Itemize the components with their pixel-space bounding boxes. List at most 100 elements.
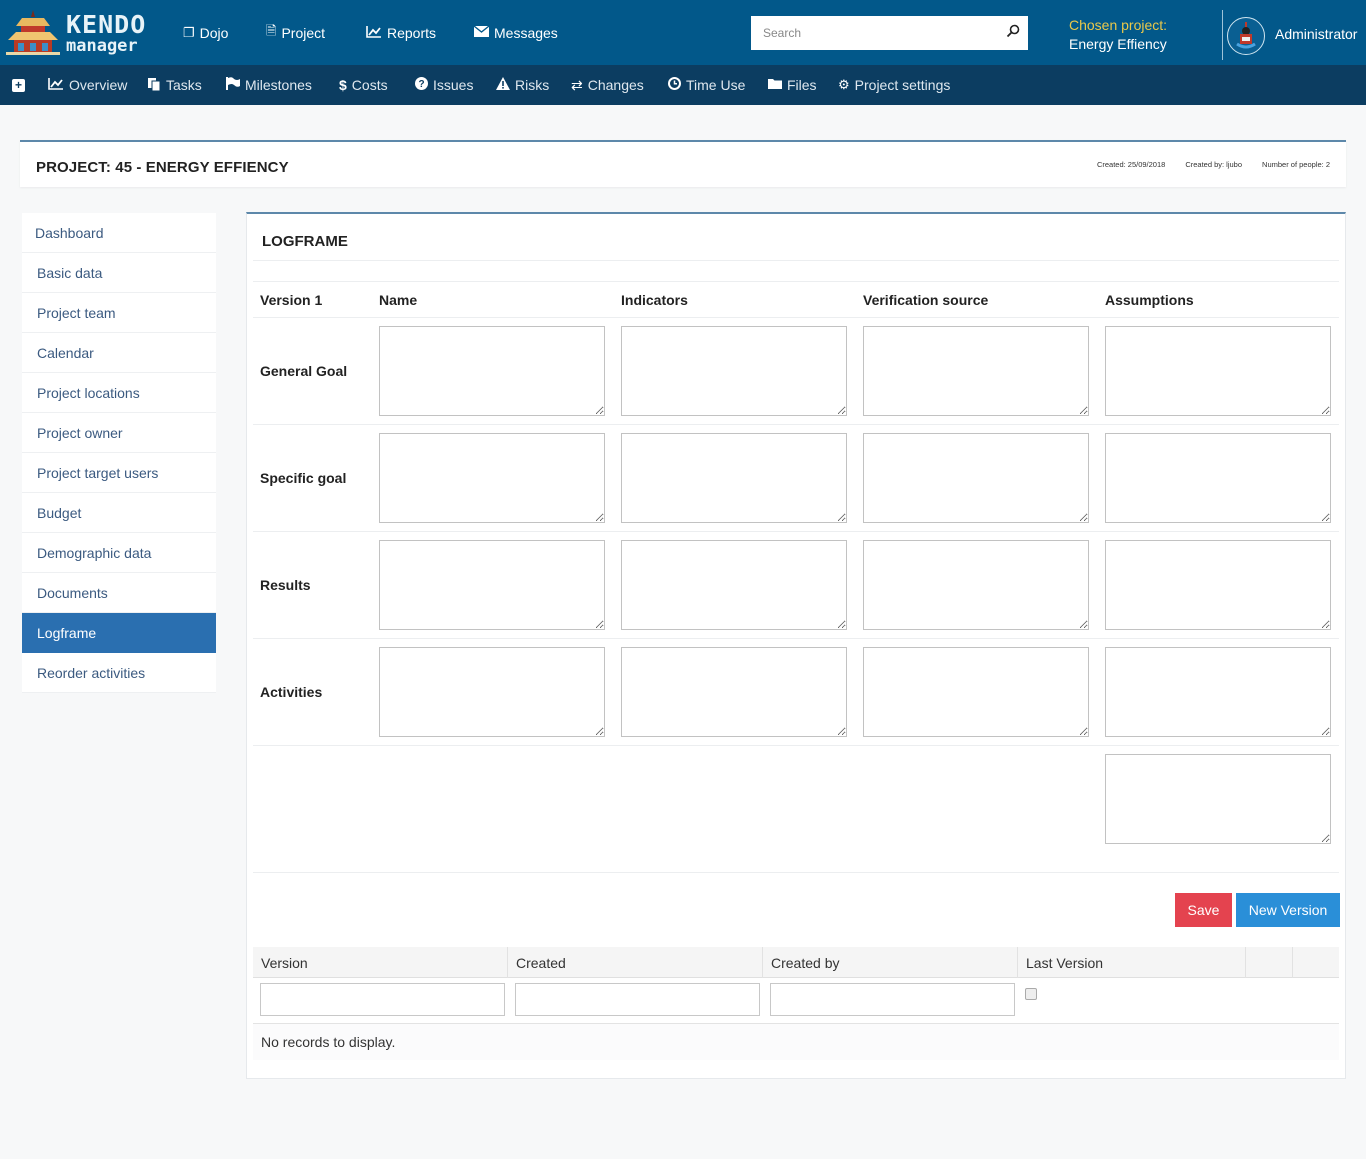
topnav-dojo[interactable]: ❐ Dojo (183, 25, 228, 41)
avatar[interactable] (1227, 17, 1265, 55)
subnav-risks-label: Risks (515, 77, 550, 93)
new-version-button[interactable]: New Version (1236, 893, 1340, 927)
activities-assumptions-field[interactable] (1105, 647, 1331, 737)
sidebar-item-project-team[interactable]: Project team (22, 293, 216, 333)
pre-conditions-assumptions-field[interactable] (1105, 754, 1331, 844)
topnav-messages[interactable]: Messages (473, 25, 558, 41)
subnav-files-label: Files (787, 77, 817, 93)
divider (253, 260, 1339, 261)
sidebar-item-demographic-data[interactable]: Demographic data (22, 533, 216, 573)
column-header-verification-source: Verification source (863, 292, 989, 308)
subnav-project-settings[interactable]: ⚙ Project settings (838, 65, 950, 105)
plus-square-icon: + (12, 78, 25, 92)
flag-icon (226, 77, 240, 93)
general-goal-name-field[interactable] (379, 326, 605, 416)
last-version-filter-checkbox[interactable] (1025, 988, 1037, 1000)
grid-column-version[interactable]: Version (253, 947, 508, 978)
topnav-dojo-label: Dojo (199, 24, 229, 41)
sidebar-item-basic-data[interactable]: Basic data (22, 253, 216, 293)
column-header-name: Name (379, 292, 418, 308)
samurai-avatar-icon (1236, 22, 1256, 49)
results-assumptions-field[interactable] (1105, 540, 1331, 630)
grid-column-created-by[interactable]: Created by (763, 947, 1018, 978)
specific-goal-indicators-field[interactable] (621, 433, 847, 523)
specific-goal-name-field[interactable] (379, 433, 605, 523)
sidebar-item-project-target-users[interactable]: Project target users (22, 453, 216, 493)
search-input[interactable] (751, 16, 998, 50)
user-name[interactable]: Administrator (1275, 26, 1357, 42)
pagoda-icon (6, 10, 60, 55)
subnav-tasks[interactable]: Tasks (147, 65, 202, 105)
subnav-time-use-label: Time Use (686, 77, 746, 93)
general-goal-verification-field[interactable] (863, 326, 1089, 416)
topnav-project[interactable]: 🗎 Project (266, 22, 325, 44)
subnav-overview[interactable]: Overview (48, 65, 127, 105)
subnav-milestones[interactable]: Milestones (226, 65, 312, 105)
version-filter-input[interactable] (260, 983, 505, 1016)
app-logo[interactable]: KENDO manager (4, 8, 154, 58)
grid-column-action (1246, 947, 1293, 978)
page-title: PROJECT: 45 - ENERGY EFFIENCY (36, 159, 289, 176)
sidebar-item-calendar[interactable]: Calendar (22, 333, 216, 373)
save-button[interactable]: Save (1175, 893, 1232, 927)
results-verification-field[interactable] (863, 540, 1089, 630)
subnav-changes[interactable]: ⇄ Changes (571, 65, 644, 105)
sidebar-item-budget[interactable]: Budget (22, 493, 216, 533)
specific-goal-assumptions-field[interactable] (1105, 433, 1331, 523)
brand-name: KENDO (66, 10, 147, 39)
results-indicators-field[interactable] (621, 540, 847, 630)
files-icon (147, 77, 161, 94)
topnav-reports-label: Reports (387, 24, 437, 41)
project-header: PROJECT: 45 - ENERGY EFFIENCY Created: 2… (20, 140, 1346, 187)
sidebar-item-logframe[interactable]: Logframe (22, 613, 216, 653)
brand-subtitle: manager (66, 36, 138, 56)
header-divider (1222, 10, 1223, 60)
topnav-project-label: Project (281, 24, 326, 41)
subnav-issues[interactable]: ? Issues (415, 65, 473, 105)
subnav-time-use[interactable]: Time Use (668, 65, 745, 105)
grid-column-created[interactable]: Created (508, 947, 763, 978)
line-chart-icon (366, 25, 382, 41)
subnav-changes-label: Changes (587, 77, 644, 93)
activities-name-field[interactable] (379, 647, 605, 737)
subnav-risks[interactable]: Risks (496, 65, 549, 105)
column-header-indicators: Indicators (621, 292, 688, 308)
divider (253, 424, 1339, 425)
project-created: Created: 25/09/2018 (1096, 160, 1166, 169)
folder-icon (768, 78, 782, 92)
created-filter-input[interactable] (515, 983, 760, 1016)
sidebar-item-reorder-activities[interactable]: Reorder activities (22, 653, 216, 693)
subnav-files[interactable]: Files (768, 65, 817, 105)
activities-indicators-field[interactable] (621, 647, 847, 737)
general-goal-indicators-field[interactable] (621, 326, 847, 416)
sidebar-item-project-owner[interactable]: Project owner (22, 413, 216, 453)
sidebar-item-project-locations[interactable]: Project locations (22, 373, 216, 413)
created-by-filter-input[interactable] (770, 983, 1015, 1016)
divider (253, 281, 1339, 282)
divider (253, 317, 1339, 318)
subnav-issues-label: Issues (433, 77, 474, 93)
warning-icon (496, 77, 510, 93)
general-goal-assumptions-field[interactable] (1105, 326, 1331, 416)
add-button[interactable]: + (12, 65, 25, 105)
version-label: Version 1 (260, 292, 323, 308)
subnav-project-settings-label: Project settings (854, 77, 951, 93)
dollar-icon: $ (339, 77, 347, 93)
topnav-reports[interactable]: Reports (366, 25, 436, 41)
document-icon: 🗎 (266, 22, 277, 38)
grid-column-last-version[interactable]: Last Version (1018, 947, 1246, 978)
subnav-costs[interactable]: $ Costs (339, 65, 388, 105)
sidebar-item-documents[interactable]: Documents (22, 573, 216, 613)
exchange-icon: ⇄ (571, 76, 583, 93)
row-label-activities: Activities (260, 684, 323, 700)
results-name-field[interactable] (379, 540, 605, 630)
activities-verification-field[interactable] (863, 647, 1089, 737)
sidebar-item-dashboard[interactable]: Dashboard (22, 213, 216, 253)
no-records-message: No records to display. (253, 1024, 1339, 1060)
search-icon[interactable] (998, 24, 1028, 42)
panel-title: LOGFRAME (262, 233, 348, 250)
project-created-by: Created by: ljubo (1185, 160, 1243, 169)
chosen-project[interactable]: Chosen project: Energy Effiency (1069, 16, 1167, 54)
top-header: KENDO manager ❐ Dojo 🗎 Project Reports M… (0, 0, 1366, 65)
specific-goal-verification-field[interactable] (863, 433, 1089, 523)
